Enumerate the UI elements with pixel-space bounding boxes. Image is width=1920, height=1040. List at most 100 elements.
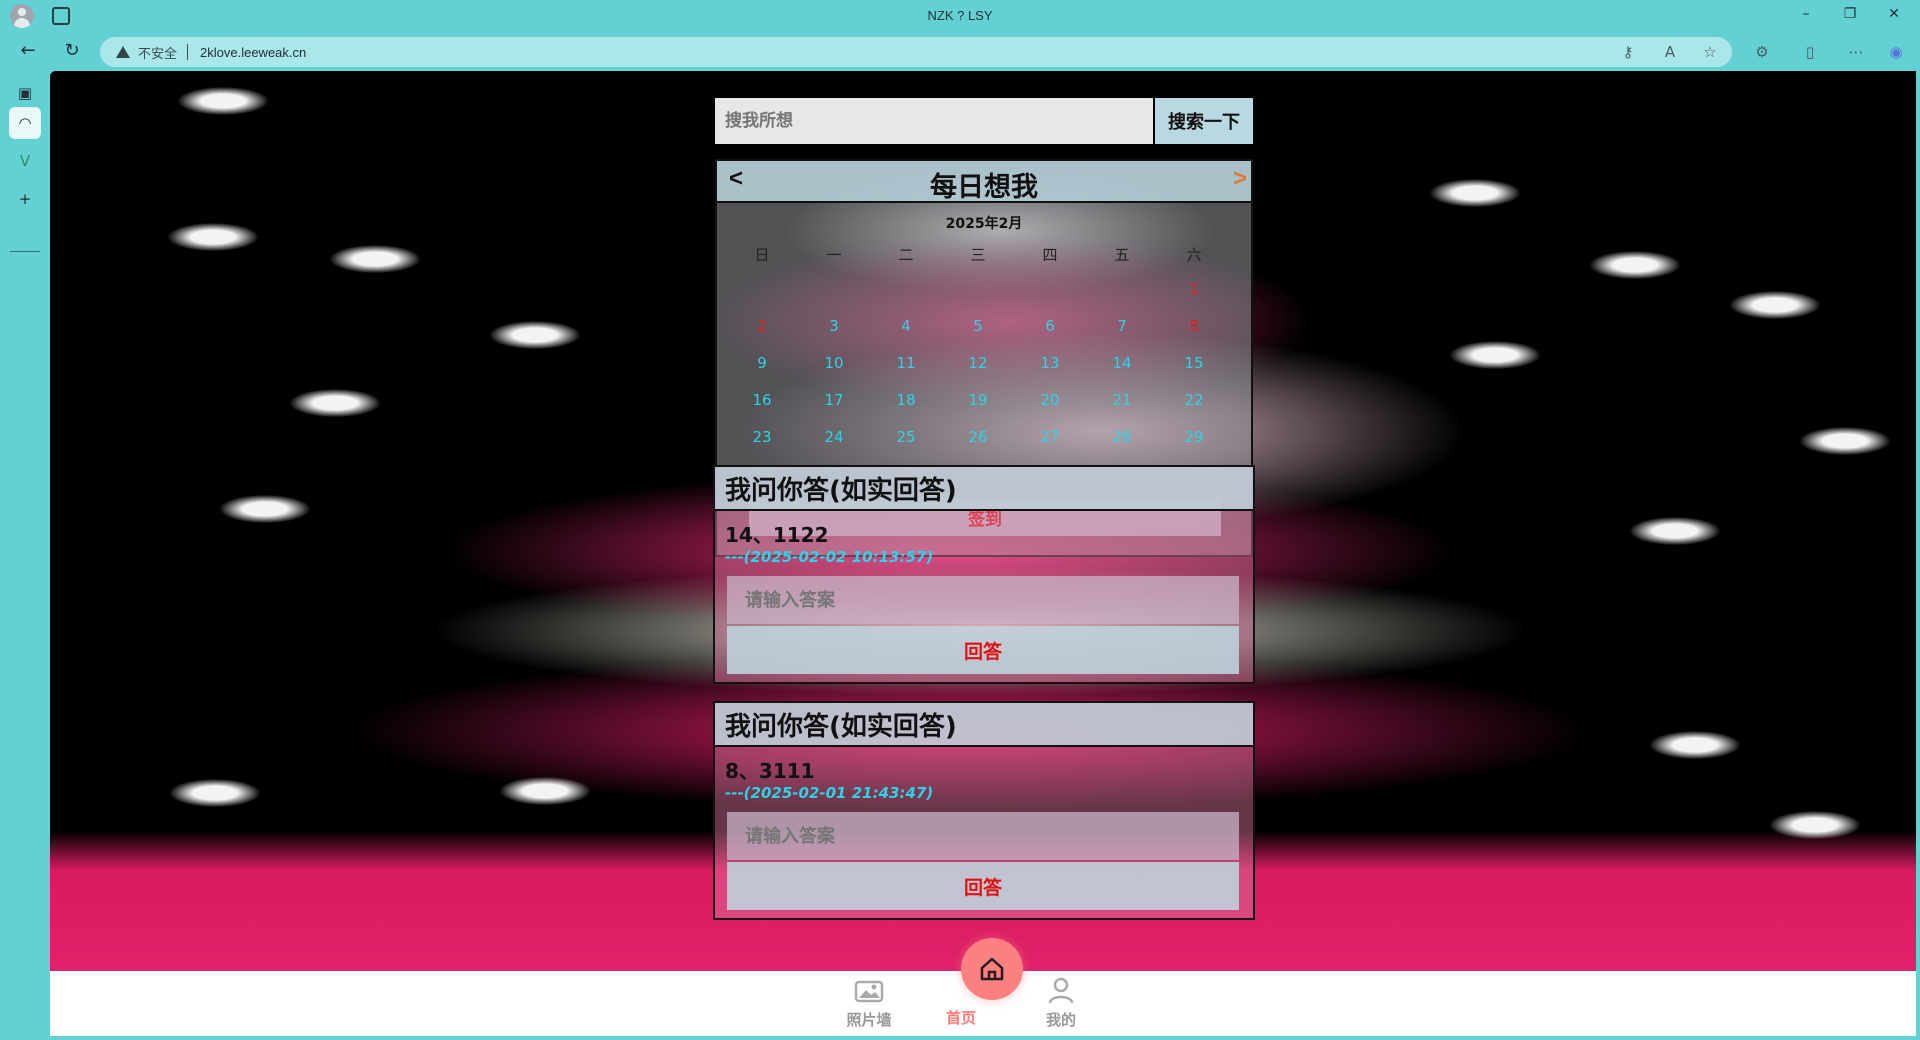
calendar-day[interactable]: 3 (823, 308, 845, 345)
search-bar: 搜索一下 (715, 98, 1253, 144)
close-button[interactable]: ✕ (1884, 6, 1904, 22)
home-icon (980, 957, 1004, 981)
address-bar[interactable]: 不安全 2klove.leeweak.cn (100, 37, 1732, 67)
search-input[interactable] (715, 98, 1153, 144)
calendar-day[interactable]: 7 (1111, 308, 1133, 345)
calendar-day[interactable]: 29 (1183, 419, 1205, 456)
nav-label: 我的 (1045, 1011, 1076, 1029)
snowflake-decoration (290, 389, 380, 417)
calendar-day[interactable]: 4 (895, 308, 917, 345)
qa-title: 我问你答(如实回答) (715, 467, 1253, 511)
calendar-day[interactable]: 15 (1183, 345, 1205, 382)
calendar-day[interactable]: 18 (895, 382, 917, 419)
calendar-day (1039, 271, 1061, 308)
window-title: NZK ? LSY (927, 8, 993, 23)
snowflake-decoration (1430, 179, 1520, 207)
snowflake-decoration (1590, 251, 1680, 279)
calendar-day[interactable]: 9 (751, 345, 773, 382)
snowflake-decoration (168, 223, 258, 251)
calendar-day[interactable]: 26 (967, 419, 989, 456)
nav-home[interactable]: 首页 (926, 1007, 996, 1028)
browser-titlebar: NZK ? LSY – ❐ ✕ (0, 0, 1920, 33)
qa-card: 我问你答(如实回答) 14、1122 ---(2025-02-02 10:13:… (713, 465, 1255, 684)
refresh-icon[interactable]: ↻ (60, 40, 84, 61)
answer-button[interactable]: 回答 (727, 626, 1239, 674)
calendar-grid: 日一二三四五六 1 2 3 4 5 6 7 8 9 10 11 12 13 14 15 16 17 18 19 20 21… (751, 239, 1251, 493)
calendar-day[interactable]: 25 (895, 419, 917, 456)
calendar-day (967, 271, 989, 308)
snowflake-decoration (1800, 427, 1890, 455)
calendar-day[interactable]: 24 (823, 419, 845, 456)
split-screen-icon[interactable]: ▯ (1800, 43, 1820, 61)
add-site-icon[interactable]: + (13, 187, 37, 211)
calendar-day[interactable]: 1 (1183, 271, 1205, 308)
snowflake-decoration (1450, 341, 1540, 369)
next-month-button[interactable]: > (1233, 165, 1247, 193)
warning-icon (116, 46, 130, 58)
snowflake-decoration (1630, 517, 1720, 545)
answer-button[interactable]: 回答 (727, 862, 1239, 910)
minimize-button[interactable]: – (1796, 6, 1816, 22)
address-separator (187, 44, 189, 60)
calendar-day[interactable]: 17 (823, 382, 845, 419)
calendar-day[interactable]: 2 (751, 308, 773, 345)
calendar-day (1111, 271, 1133, 308)
calendar-day[interactable]: 16 (751, 382, 773, 419)
tab-list-icon[interactable]: ▣ (13, 81, 37, 105)
weekday-label: 三 (970, 246, 986, 264)
search-button[interactable]: 搜索一下 (1155, 98, 1253, 144)
calendar-month: 2025年2月 (945, 216, 1023, 232)
snowflake-decoration (1650, 731, 1740, 759)
calendar-day[interactable]: 14 (1111, 345, 1133, 382)
page-viewport: 搜索一下 < 每日想我 > 2025年2月 日一二三四五六12345678910… (50, 71, 1916, 1036)
calendar-day[interactable]: 8 (1183, 308, 1205, 345)
calendar-day[interactable]: 19 (967, 382, 989, 419)
nav-mine[interactable]: 我的 (1026, 971, 1096, 1030)
calendar-day[interactable]: 5 (967, 308, 989, 345)
home-button[interactable] (961, 938, 1023, 1000)
calendar-day (895, 271, 917, 308)
calendar-day[interactable]: 12 (967, 345, 989, 382)
snowflake-decoration (220, 495, 310, 523)
answer-input[interactable] (727, 576, 1239, 624)
calendar-day[interactable]: 11 (895, 345, 917, 382)
restore-button[interactable]: ❐ (1840, 6, 1860, 22)
qa-timestamp: ---(2025-02-02 10:13:57) (725, 548, 934, 566)
sidebar-divider (10, 251, 40, 252)
calendar-day[interactable]: 27 (1039, 419, 1061, 456)
copilot-icon[interactable]: ◉ (1886, 43, 1906, 61)
calendar-day (751, 271, 773, 308)
qa-card: 我问你答(如实回答) 8、3111 ---(2025-02-01 21:43:4… (713, 701, 1255, 920)
nav-label: 照片墙 (846, 1011, 892, 1029)
weekday-label: 一 (826, 246, 842, 264)
calendar-day[interactable]: 20 (1039, 382, 1061, 419)
calendar-day[interactable]: 28 (1111, 419, 1133, 456)
photo-icon (834, 971, 904, 1009)
back-icon[interactable]: ← (16, 40, 40, 61)
more-icon[interactable]: ⋯ (1846, 43, 1866, 61)
not-secure-label: 不安全 (138, 45, 178, 61)
calendar-day[interactable]: 6 (1039, 308, 1061, 345)
app-container: 搜索一下 < 每日想我 > 2025年2月 日一二三四五六12345678910… (713, 71, 1303, 971)
read-aloud-icon[interactable]: A (1660, 43, 1680, 61)
calendar-day[interactable]: 22 (1183, 382, 1205, 419)
key-icon[interactable]: ⚷ (1618, 43, 1638, 61)
calendar-day[interactable]: 13 (1039, 345, 1061, 382)
current-site-icon[interactable]: ◠ (9, 107, 41, 139)
calendar-day[interactable]: 10 (823, 345, 845, 382)
snowflake-decoration (330, 245, 420, 273)
qa-question: 14、1122 (725, 523, 829, 547)
favorite-star-icon[interactable]: ☆ (1700, 43, 1720, 61)
vue-site-icon[interactable]: V (13, 149, 37, 173)
person-icon (1026, 971, 1096, 1009)
snowflake-decoration (490, 321, 580, 349)
extensions-icon[interactable]: ⚙ (1752, 43, 1772, 61)
calendar-day[interactable]: 21 (1111, 382, 1133, 419)
nav-photo-wall[interactable]: 照片墙 (834, 971, 904, 1030)
snowflake-decoration (178, 87, 268, 115)
browser-sidebar: ▣ ◠ V + (0, 71, 50, 1040)
answer-input[interactable] (727, 812, 1239, 860)
qa-question: 8、3111 (725, 759, 815, 783)
snowflake-decoration (1730, 291, 1820, 319)
calendar-day[interactable]: 23 (751, 419, 773, 456)
